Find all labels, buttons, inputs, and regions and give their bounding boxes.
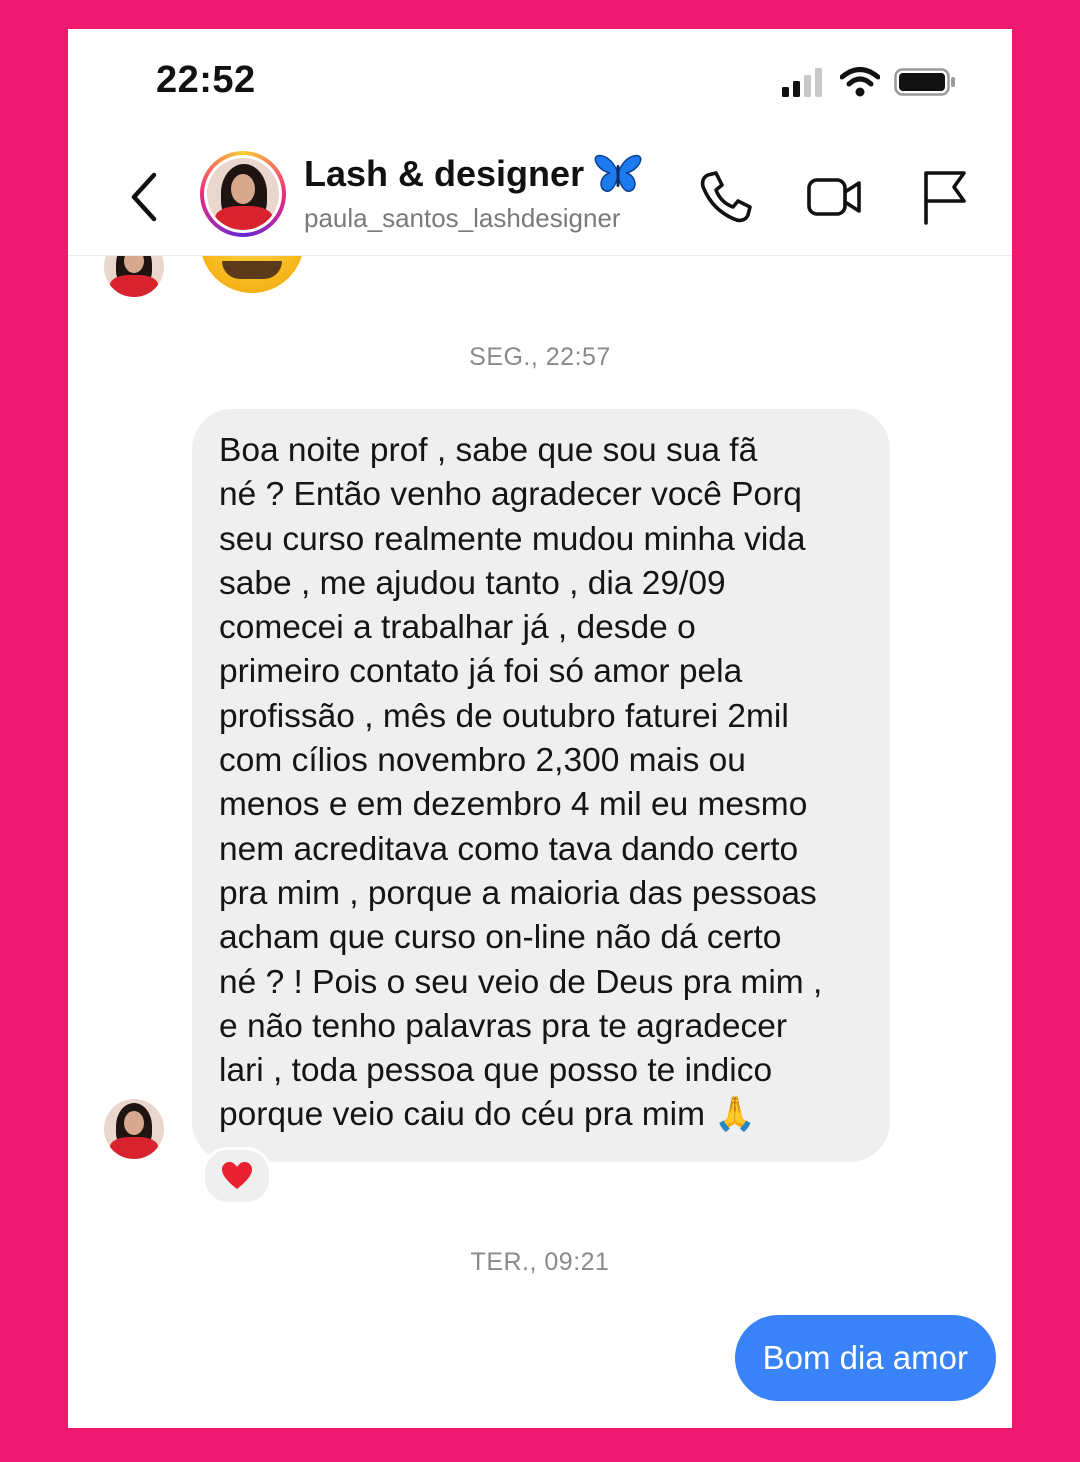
screenshot-frame: 22:52 Lash & designer paula_santos_lashd… [68,29,1012,1428]
header-avatar[interactable] [200,151,286,237]
contact-name-text: Lash & designer [304,153,585,194]
outgoing-message-bubble[interactable]: Bom dia amor [734,1315,996,1401]
flag-icon[interactable] [914,167,974,227]
back-icon[interactable] [124,169,164,225]
timestamp-monday: SEG., 22:57 [469,343,611,371]
sender-avatar[interactable] [104,1099,164,1159]
incoming-message-bubble[interactable]: Boa noite prof , sabe que sou sua fã né … [192,409,890,1162]
contact-username[interactable]: paula_santos_lashdesigner [304,203,621,234]
contact-name[interactable]: Lash & designer [304,153,642,195]
praying-hands-emoji: 🙏 [714,1096,757,1134]
cellular-signal-icon [782,68,822,97]
heart-reaction[interactable] [202,1147,272,1205]
status-icons [782,67,956,97]
incoming-message-text: Boa noite prof , sabe que sou sua fã né … [219,432,823,1134]
phone-icon[interactable] [696,167,756,227]
timestamp-tuesday: TER., 09:21 [470,1248,610,1276]
video-call-icon[interactable] [804,167,864,227]
heart-emoji-icon [222,1162,252,1189]
avatar-photo [207,158,279,230]
outgoing-message-text: Bom dia amor [762,1339,968,1376]
battery-icon [894,68,955,96]
butterfly-emoji-icon [594,154,642,192]
chat-header: Lash & designer paula_santos_lashdesigne… [68,141,1012,256]
wifi-icon [840,67,880,97]
status-time: 22:52 [156,59,256,101]
